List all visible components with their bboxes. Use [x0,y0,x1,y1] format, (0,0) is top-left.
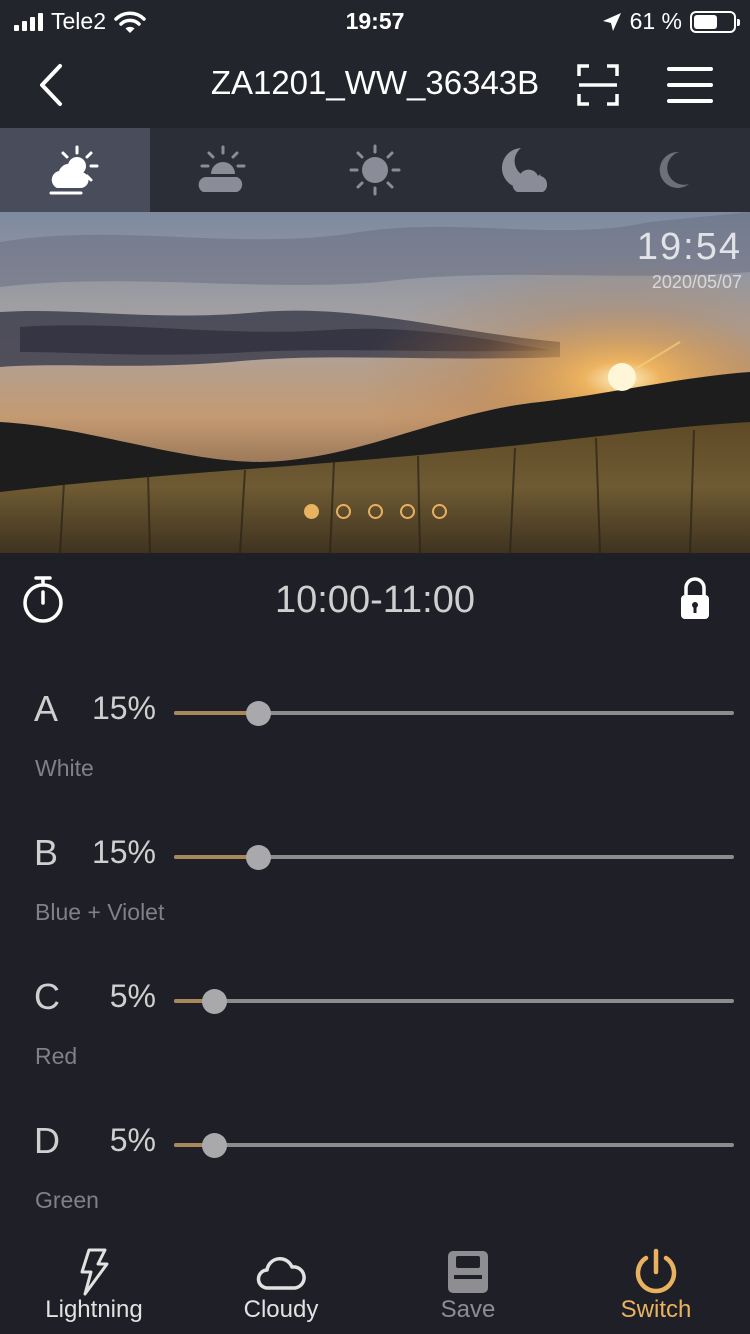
cloud-icon [256,1257,306,1290]
page-dot[interactable] [399,504,415,519]
channel-b: B 15% Blue + Violet [0,832,750,952]
slider-thumb[interactable] [246,845,271,870]
page-dot[interactable] [431,504,447,519]
tab-moon[interactable] [600,128,750,212]
channel-letter: A [34,688,59,729]
nav-bar: ZA1201_WW_36343B [0,44,750,128]
back-arrow-icon[interactable] [30,60,80,110]
switch-label: Switch [620,1296,692,1323]
sun-icon [349,144,401,196]
switch-button[interactable]: Switch [576,1240,736,1334]
page-dot[interactable] [303,504,319,519]
tab-moon-cloud[interactable] [450,128,600,212]
channel-name: Blue + Violet [35,899,165,925]
battery-percent: 61 % [629,8,682,34]
sunrise-icon [198,145,246,192]
channel-percent: 5% [109,978,156,1014]
channel-letter: D [34,1120,60,1161]
channel-percent: 15% [91,834,156,870]
save-button[interactable]: Save [388,1240,548,1334]
slider-thumb[interactable] [246,701,271,726]
channel-name: Red [35,1043,78,1069]
scene-tabs [0,128,750,212]
cloudy-sun-icon [49,145,99,195]
page-indicator [0,504,750,519]
period-row: 10:00-11:00 [0,553,750,648]
scan-icon[interactable] [575,62,621,108]
moon-cloud-icon [501,148,548,192]
page-dot[interactable] [367,504,383,519]
lightning-button[interactable]: Lightning [14,1240,174,1334]
page-dot[interactable] [335,504,351,519]
lightning-icon [80,1248,109,1296]
tab-sunrise[interactable] [150,128,300,212]
lock-icon[interactable] [679,577,711,621]
save-icon [448,1251,488,1293]
banner-time: 19:54 [636,226,742,268]
power-icon [635,1248,677,1294]
channel-slider[interactable] [174,986,734,1016]
channel-percent: 5% [109,1122,156,1158]
channel-letter: C [34,976,60,1017]
channel-c: C 5% Red [0,976,750,1096]
battery-icon [690,10,740,33]
channel-slider[interactable] [174,698,734,728]
bottom-tab-bar: Lightning Cloudy Save Switch [0,1240,750,1334]
battery-level [694,14,718,29]
banner-date: 2020/05/07 [651,272,742,292]
save-label: Save [440,1296,496,1323]
channel-a: A 15% White [0,688,750,808]
channel-d: D 5% Green [0,1120,750,1240]
period-range[interactable]: 10:00-11:00 [0,579,750,622]
channel-slider[interactable] [174,842,734,872]
cloudy-button[interactable]: Cloudy [201,1240,361,1334]
cloudy-label: Cloudy [243,1296,319,1323]
slider-thumb[interactable] [202,989,227,1014]
channel-percent: 15% [91,690,156,726]
location-arrow-icon [602,12,621,31]
status-bar: Tele2 19:57 61 % [0,0,750,44]
moon-icon [659,151,689,188]
menu-icon[interactable] [666,64,714,106]
channel-letter: B [34,832,59,873]
slider-thumb[interactable] [202,1133,227,1158]
device-title: ZA1201_WW_36343B [210,64,540,101]
channel-slider[interactable] [174,1130,734,1160]
scene-banner[interactable]: 19:54 2020/05/07 [0,212,750,553]
tab-sun[interactable] [300,128,450,212]
channel-name: White [35,755,94,781]
lightning-label: Lightning [45,1296,143,1323]
channel-name: Green [35,1187,99,1213]
tab-cloudy-sun[interactable] [0,128,150,212]
